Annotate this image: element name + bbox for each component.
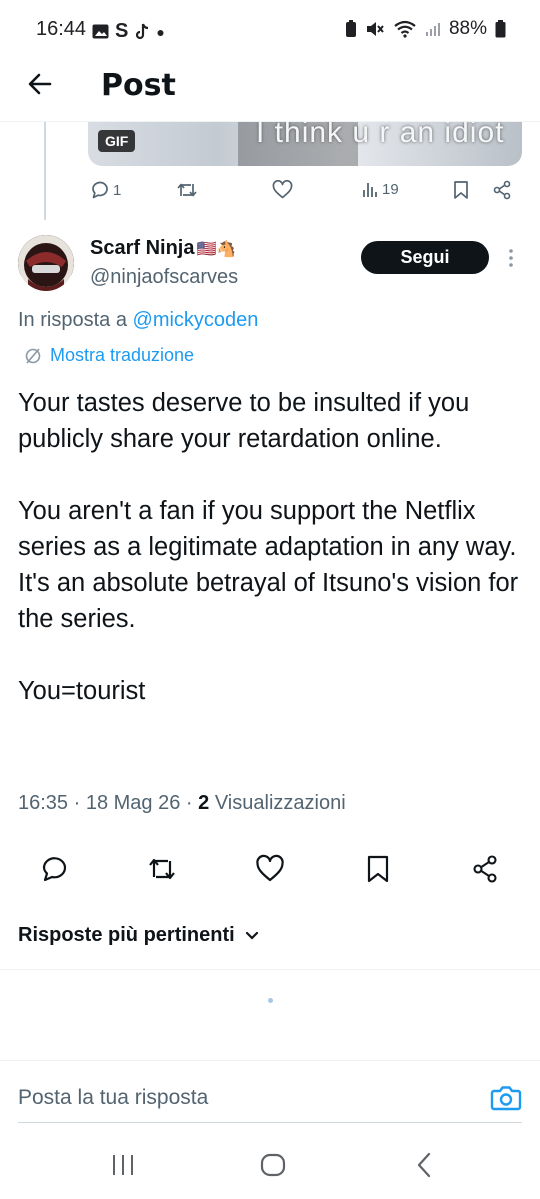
heart-icon[interactable] [255, 854, 285, 884]
status-time: 16:44 [36, 18, 87, 40]
divider [0, 969, 540, 970]
show-translation-label: Mostra traduzione [50, 345, 195, 365]
follow-button[interactable]: Segui [361, 241, 489, 274]
back-arrow-icon[interactable] [26, 70, 54, 98]
battery-percentage: 88% [448, 18, 487, 39]
signal-icon [425, 23, 440, 36]
wifi-icon [394, 20, 416, 38]
loading-indicator [268, 998, 273, 1003]
page-title: Post [101, 68, 176, 103]
reply-to-prefix: In risposta a [18, 309, 127, 331]
gif-badge: GIF [98, 130, 136, 152]
avatar[interactable] [18, 235, 74, 291]
status-notification-icons: S ● [92, 20, 165, 43]
views-chart-icon [363, 183, 377, 197]
dot-icon: ● [156, 23, 165, 40]
chevron-down-icon [245, 931, 258, 940]
post-text: Your tastes deserve to be insulted if yo… [18, 385, 528, 709]
show-translation-link[interactable]: Mostra traduzione [24, 345, 194, 366]
battery-icon [495, 20, 506, 38]
heart-icon [272, 180, 293, 199]
share-icon[interactable] [470, 854, 500, 884]
avatar-ninja-image [18, 235, 74, 291]
reply-button[interactable]: 1 [90, 180, 121, 200]
recent-apps-icon[interactable] [108, 1150, 138, 1180]
bookmark-icon[interactable] [363, 854, 393, 884]
views-button[interactable]: 19 [361, 180, 399, 198]
reply-to-mention[interactable]: @mickycoden [133, 309, 259, 331]
author-name-emoji: 🇺🇸🐴 [196, 240, 237, 258]
gif-caption-text: I think u r an idiot [256, 122, 505, 149]
reply-context: In risposta a @mickycoden [18, 309, 258, 332]
s-icon: S [115, 20, 129, 42]
post-paragraph: Your tastes deserve to be insulted if yo… [18, 389, 470, 453]
status-bar: 16:44 S ● 88% [0, 0, 540, 60]
bookmark-icon [454, 181, 468, 199]
gif-media[interactable]: I think u r an idiot GIF [88, 122, 522, 166]
bookmark-button[interactable] [452, 180, 470, 200]
mute-icon [366, 22, 384, 36]
post-action-bar [0, 850, 540, 890]
image-icon [92, 24, 109, 39]
previous-post-actions: 1 19 [88, 180, 520, 208]
reply-count: 1 [113, 181, 122, 199]
share-button[interactable] [492, 180, 512, 200]
like-button[interactable] [272, 180, 293, 200]
camera-icon[interactable] [490, 1083, 522, 1113]
replies-sort-label: Risposte più pertinenti [18, 924, 235, 946]
replies-sort-dropdown[interactable]: Risposte più pertinenti [18, 924, 259, 947]
post-date: 18 Mag 26 [85, 792, 181, 814]
post-time: 16:35 [18, 792, 69, 814]
system-navigation-bar [0, 1130, 540, 1199]
reply-input[interactable] [18, 1086, 438, 1110]
post-metadata: 16:35 · 18 Mag 26 · 2 Visualizzazioni [18, 792, 346, 814]
post-views-label[interactable]: Visualizzazioni [215, 792, 346, 814]
thread-connector-line [44, 122, 46, 220]
reply-icon[interactable] [40, 854, 70, 884]
reply-composer [0, 1060, 540, 1124]
more-options-icon[interactable] [506, 246, 516, 270]
post-paragraph: You=tourist [18, 677, 146, 705]
repost-icon[interactable] [147, 854, 177, 884]
author-display-name[interactable]: Scarf Ninja 🇺🇸🐴 [90, 237, 236, 260]
translate-icon [25, 347, 41, 364]
repost-button[interactable] [176, 180, 198, 200]
battery-saver-icon [345, 20, 356, 37]
reply-input-underline [18, 1122, 522, 1123]
home-icon[interactable] [258, 1150, 288, 1180]
tiktok-icon [136, 23, 149, 39]
author-username[interactable]: @ninjaofscarves [90, 266, 238, 289]
share-icon [493, 180, 511, 200]
top-app-bar: Post [0, 60, 540, 122]
back-nav-icon[interactable] [410, 1150, 440, 1180]
status-system-icons: 88% [345, 18, 506, 40]
post-paragraph: You aren't a fan if you support the Netf… [18, 497, 519, 633]
repost-icon [177, 183, 197, 197]
post-views-count: 2 [198, 792, 210, 814]
author-name-text: Scarf Ninja [90, 237, 195, 259]
reply-icon [92, 181, 108, 199]
views-count: 19 [382, 180, 399, 198]
